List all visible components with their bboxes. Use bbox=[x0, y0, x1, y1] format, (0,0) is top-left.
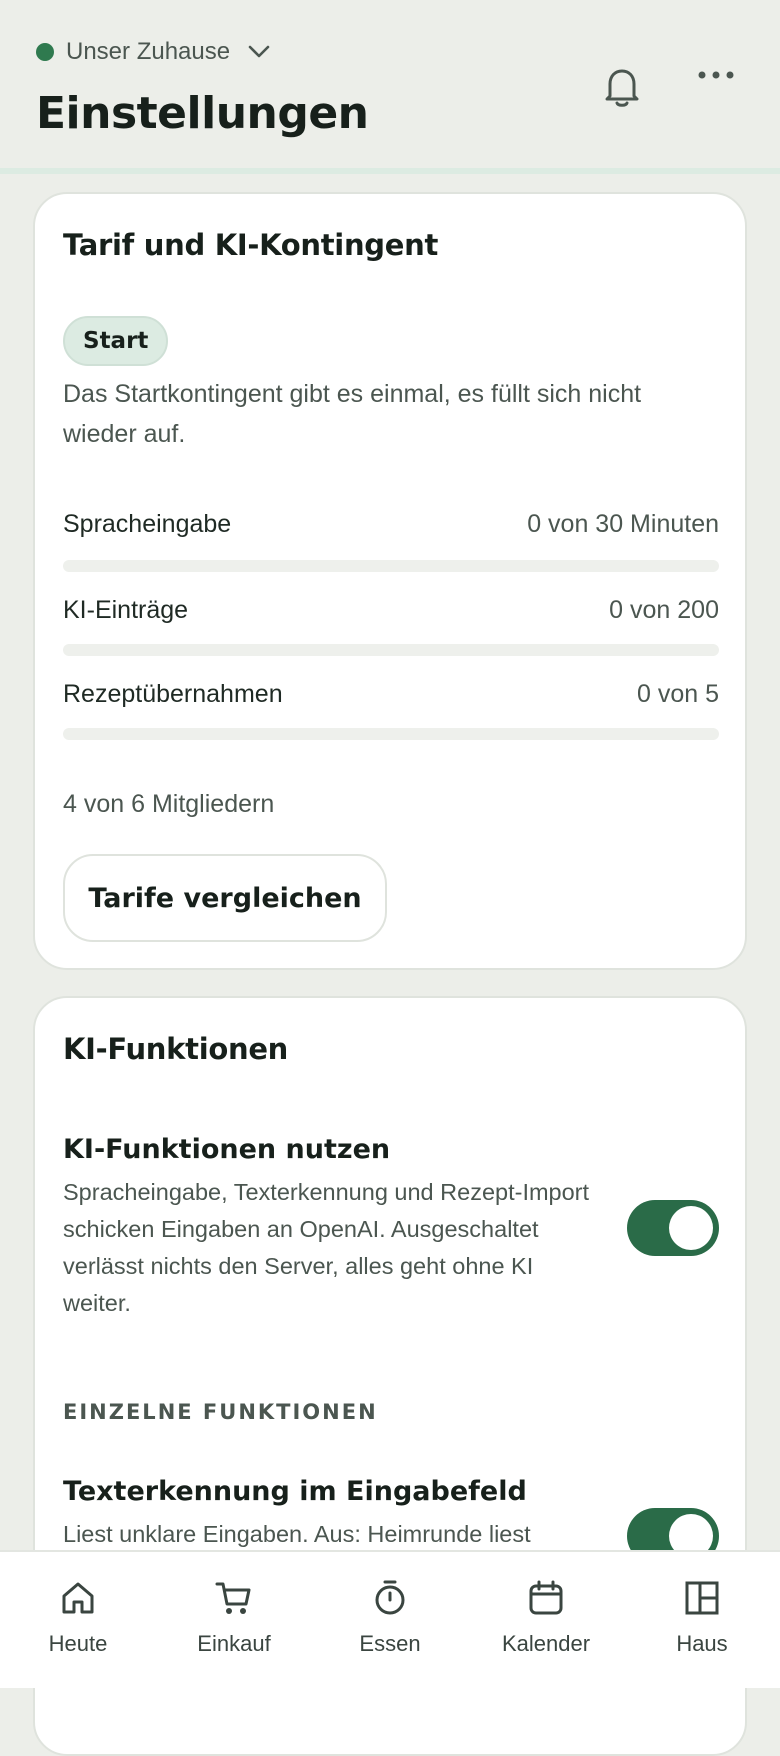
cart-icon bbox=[214, 1578, 254, 1623]
toggle-knob bbox=[669, 1206, 713, 1250]
quota-row-ai-entries: KI-Einträge 0 von 200 bbox=[63, 596, 719, 625]
text-recognition-description: Liest unklare Eingaben. Aus: Heimrunde l… bbox=[63, 1521, 531, 1547]
bottom-navigation: Heute Einkauf Essen Kalender Haus bbox=[0, 1550, 780, 1688]
plan-card: Tarif und KI-Kontingent Start Das Startk… bbox=[33, 192, 747, 970]
ai-card-title: KI-Funktionen bbox=[63, 1032, 289, 1066]
quota-label: Rezeptübernahmen bbox=[63, 680, 283, 708]
quota-progress-bar bbox=[63, 644, 719, 656]
plan-card-title: Tarif und KI-Kontingent bbox=[63, 228, 439, 262]
timer-icon bbox=[370, 1578, 410, 1623]
home-icon bbox=[58, 1578, 98, 1623]
quota-value: 0 von 30 Minuten bbox=[527, 510, 719, 538]
chevron-down-icon bbox=[248, 45, 270, 59]
nav-item-einkauf[interactable]: Einkauf bbox=[156, 1552, 312, 1688]
ai-main-setting-description: Spracheingabe, Texterkennung und Rezept-… bbox=[63, 1179, 590, 1316]
quota-label: Spracheingabe bbox=[63, 510, 232, 538]
quota-value: 0 von 5 bbox=[636, 680, 719, 708]
quota-value: 0 von 200 bbox=[609, 596, 719, 624]
nav-item-haus[interactable]: Haus bbox=[624, 1552, 780, 1688]
quota-label: KI-Einträge bbox=[63, 596, 189, 624]
header-divider bbox=[0, 168, 780, 174]
nav-label: Kalender bbox=[501, 1631, 591, 1656]
section-label: EINZELNE FUNKTIONEN bbox=[63, 1400, 378, 1424]
ai-main-setting-title: KI-Funktionen nutzen bbox=[63, 1134, 391, 1165]
nav-item-heute[interactable]: Heute bbox=[0, 1552, 156, 1688]
more-icon[interactable] bbox=[696, 68, 736, 87]
plan-badge: Start bbox=[63, 316, 169, 366]
header: Unser Zuhause Einstellungen bbox=[0, 0, 780, 170]
status-dot bbox=[36, 43, 54, 61]
quota-progress-bar bbox=[63, 560, 719, 572]
ai-main-toggle[interactable] bbox=[627, 1200, 719, 1256]
nav-label: Essen bbox=[359, 1631, 421, 1656]
quota-row-recipes: Rezeptübernahmen 0 von 5 bbox=[63, 680, 719, 709]
page-title: Einstellungen bbox=[36, 88, 369, 139]
quota-progress-bar bbox=[63, 728, 719, 740]
nav-label: Einkauf bbox=[197, 1631, 271, 1656]
household-name: Unser Zuhause bbox=[66, 38, 231, 65]
quota-row-voice: Spracheingabe 0 von 30 Minuten bbox=[63, 510, 719, 539]
calendar-icon bbox=[526, 1578, 566, 1623]
plan-description: Das Startkontingent gibt es einmal, es f… bbox=[63, 380, 642, 448]
household-switcher[interactable]: Unser Zuhause bbox=[36, 38, 270, 66]
nav-item-kalender[interactable]: Kalender bbox=[468, 1552, 624, 1688]
layout-icon bbox=[682, 1578, 722, 1623]
compare-plans-button[interactable]: Tarife vergleichen bbox=[63, 854, 387, 942]
nav-item-essen[interactable]: Essen bbox=[312, 1552, 468, 1688]
nav-label: Heute bbox=[48, 1631, 108, 1656]
text-recognition-title: Texterkennung im Eingabefeld bbox=[63, 1476, 527, 1507]
members-count: 4 von 6 Mitgliedern bbox=[63, 790, 275, 818]
bell-icon[interactable] bbox=[602, 66, 642, 113]
nav-label: Haus bbox=[676, 1631, 728, 1656]
